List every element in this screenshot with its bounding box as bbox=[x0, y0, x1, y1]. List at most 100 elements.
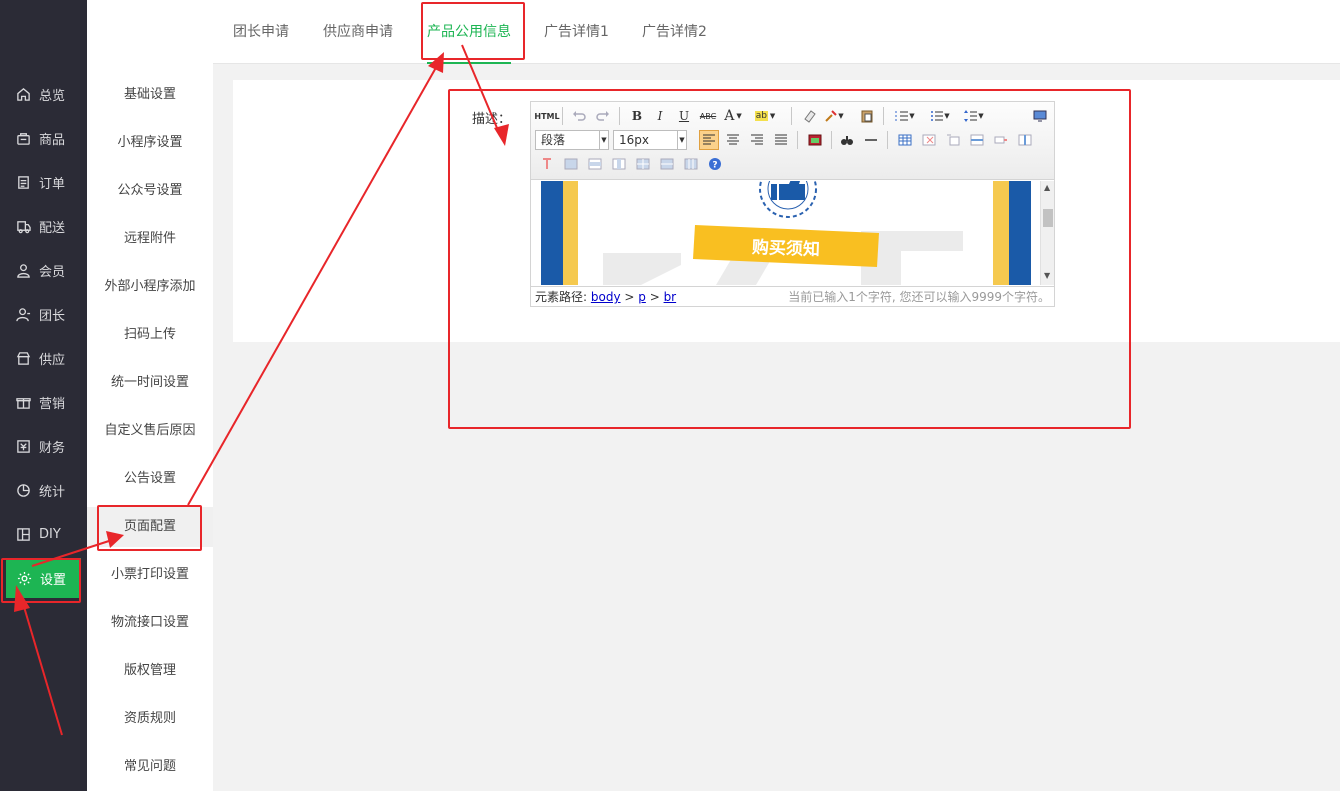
sidebar-item-orders[interactable]: 订单 bbox=[0, 162, 87, 202]
align-justify-icon[interactable] bbox=[771, 130, 791, 150]
sidebar-item-finance[interactable]: 财务 bbox=[0, 426, 87, 466]
align-center-icon[interactable] bbox=[723, 130, 743, 150]
editor-statusbar: 元素路径: body > p > br 当前已输入1个字符, 您还可以输入999… bbox=[531, 286, 1054, 306]
insert-column-icon[interactable] bbox=[1015, 130, 1035, 150]
delete-column-icon[interactable] bbox=[537, 154, 557, 174]
sidebar-item-label: 商品 bbox=[39, 132, 66, 148]
bold-icon[interactable]: B bbox=[627, 106, 647, 126]
tab-product-common-info[interactable]: 产品公用信息 bbox=[427, 0, 511, 64]
submenu-item-copyright[interactable]: 版权管理 bbox=[87, 651, 213, 691]
merge-down-icon[interactable] bbox=[609, 154, 629, 174]
delete-table-icon[interactable] bbox=[919, 130, 939, 150]
tab-leader-apply[interactable]: 团长申请 bbox=[233, 0, 289, 64]
sidebar-item-label: 配送 bbox=[39, 220, 66, 236]
insert-row-icon[interactable] bbox=[967, 130, 987, 150]
scrollbar-thumb[interactable] bbox=[1043, 209, 1053, 227]
toolbar-divider bbox=[883, 107, 884, 125]
editor-scrollbar[interactable]: ▲ ▼ bbox=[1040, 181, 1054, 285]
undo-icon[interactable] bbox=[569, 106, 589, 126]
format-painter-icon[interactable]: ▼ bbox=[824, 106, 844, 126]
search-replace-icon[interactable] bbox=[837, 130, 857, 150]
settings-submenu: 基础设置 小程序设置 公众号设置 远程附件 外部小程序添加 扫码上传 统一时间设… bbox=[87, 0, 213, 791]
insert-table-icon[interactable] bbox=[895, 130, 915, 150]
submenu-item-page-config[interactable]: 页面配置 bbox=[87, 507, 213, 547]
eraser-icon[interactable] bbox=[799, 106, 819, 126]
help-icon[interactable]: ? bbox=[705, 154, 725, 174]
submenu-item-miniprogram[interactable]: 小程序设置 bbox=[87, 123, 213, 163]
html-source-button[interactable]: HTML bbox=[534, 106, 559, 126]
split-cols-icon[interactable] bbox=[681, 154, 701, 174]
leader-icon bbox=[15, 306, 31, 322]
sidebar-item-label: DIY bbox=[39, 526, 61, 542]
strikethrough-icon[interactable]: ABC bbox=[698, 106, 718, 126]
split-rows-icon[interactable] bbox=[657, 154, 677, 174]
tab-ad-detail-2[interactable]: 广告详情2 bbox=[642, 0, 707, 64]
sidebar-item-members[interactable]: 会员 bbox=[0, 250, 87, 290]
line-height-icon[interactable]: ▼ bbox=[960, 106, 988, 126]
italic-icon[interactable]: I bbox=[650, 106, 670, 126]
submenu-item-receipt-print[interactable]: 小票打印设置 bbox=[87, 555, 213, 595]
submenu-item-scan-upload[interactable]: 扫码上传 bbox=[87, 315, 213, 355]
sidebar-item-label: 团长 bbox=[39, 308, 66, 324]
sidebar-item-overview[interactable]: 总览 bbox=[0, 74, 87, 114]
delete-row-icon[interactable] bbox=[991, 130, 1011, 150]
submenu-item-external-miniprogram[interactable]: 外部小程序添加 bbox=[87, 267, 213, 307]
submenu-item-official-account[interactable]: 公众号设置 bbox=[87, 171, 213, 211]
merge-right-icon[interactable] bbox=[585, 154, 605, 174]
svg-text:?: ? bbox=[712, 161, 717, 171]
toolbar-divider bbox=[831, 131, 832, 149]
submenu-item-notice[interactable]: 公告设置 bbox=[87, 459, 213, 499]
sidebar-item-label: 订单 bbox=[39, 176, 66, 192]
toolbar-divider bbox=[791, 107, 792, 125]
sidebar-item-delivery[interactable]: 配送 bbox=[0, 206, 87, 246]
char-count: 当前已输入1个字符, 您还可以输入9999个字符。 bbox=[788, 290, 1050, 304]
gift-icon bbox=[15, 394, 31, 410]
tab-ad-detail-1[interactable]: 广告详情1 bbox=[544, 0, 609, 64]
scroll-down-icon[interactable]: ▼ bbox=[1044, 271, 1050, 280]
insert-paragraph-before-table-icon[interactable] bbox=[943, 130, 963, 150]
sidebar-item-diy[interactable]: DIY bbox=[0, 514, 87, 554]
submenu-item-faq[interactable]: 常见问题 bbox=[87, 747, 213, 787]
sidebar-item-stats[interactable]: 统计 bbox=[0, 470, 87, 510]
font-color-icon[interactable]: A ▼ bbox=[723, 106, 743, 126]
submenu-item-qualification[interactable]: 资质规则 bbox=[87, 699, 213, 739]
split-cells-icon[interactable] bbox=[633, 154, 653, 174]
paste-plain-icon[interactable] bbox=[857, 106, 877, 126]
tab-supplier-apply[interactable]: 供应商申请 bbox=[323, 0, 393, 64]
insert-image-icon[interactable] bbox=[805, 130, 825, 150]
path-link-p[interactable]: p bbox=[638, 290, 646, 304]
highlight-icon[interactable]: ab ▼ bbox=[754, 106, 775, 126]
submenu-item-time-setting[interactable]: 统一时间设置 bbox=[87, 363, 213, 403]
scroll-up-icon[interactable]: ▲ bbox=[1044, 183, 1050, 192]
submenu-item-remote-attachment[interactable]: 远程附件 bbox=[87, 219, 213, 259]
editor-toolbar: HTML B I U ABC A ▼ ab ▼ ▼ ▼ ▼ ▼ 段落 ▼ 16px … bbox=[531, 102, 1054, 180]
merge-cells-icon[interactable] bbox=[561, 154, 581, 174]
align-right-icon[interactable] bbox=[747, 130, 767, 150]
editor-content-area[interactable]: 购买须知 bbox=[531, 181, 1039, 285]
ordered-list-icon[interactable]: ▼ bbox=[891, 106, 919, 126]
goods-icon bbox=[15, 130, 31, 146]
chart-pie-icon bbox=[15, 482, 31, 498]
sidebar-item-goods[interactable]: 商品 bbox=[0, 118, 87, 158]
submenu-item-aftersale-reason[interactable]: 自定义售后原因 bbox=[87, 411, 213, 451]
horizontal-rule-icon[interactable] bbox=[861, 130, 881, 150]
main-sidebar: 总览 商品 订单 配送 会员 团长 供应 营销 财务 统计 DIY 设置 bbox=[0, 0, 87, 791]
sidebar-item-supply[interactable]: 供应 bbox=[0, 338, 87, 378]
sidebar-item-marketing[interactable]: 营销 bbox=[0, 382, 87, 422]
sidebar-item-label: 营销 bbox=[39, 396, 66, 412]
redo-icon[interactable] bbox=[593, 106, 613, 126]
unordered-list-icon[interactable]: ▼ bbox=[926, 106, 954, 126]
align-left-icon[interactable] bbox=[699, 130, 719, 150]
sidebar-item-label: 统计 bbox=[39, 484, 66, 500]
font-size-select[interactable]: 16px ▼ bbox=[613, 130, 687, 150]
supply-icon bbox=[15, 350, 31, 366]
submenu-item-logistics-api[interactable]: 物流接口设置 bbox=[87, 603, 213, 643]
path-link-body[interactable]: body bbox=[591, 290, 621, 304]
underline-icon[interactable]: U bbox=[674, 106, 694, 126]
paragraph-format-select[interactable]: 段落 ▼ bbox=[535, 130, 609, 150]
fullscreen-icon[interactable] bbox=[1030, 106, 1050, 126]
sidebar-item-settings[interactable]: 设置 bbox=[6, 558, 81, 598]
submenu-item-basic[interactable]: 基础设置 bbox=[87, 75, 213, 115]
sidebar-item-leader[interactable]: 团长 bbox=[0, 294, 87, 334]
path-link-br[interactable]: br bbox=[664, 290, 677, 304]
